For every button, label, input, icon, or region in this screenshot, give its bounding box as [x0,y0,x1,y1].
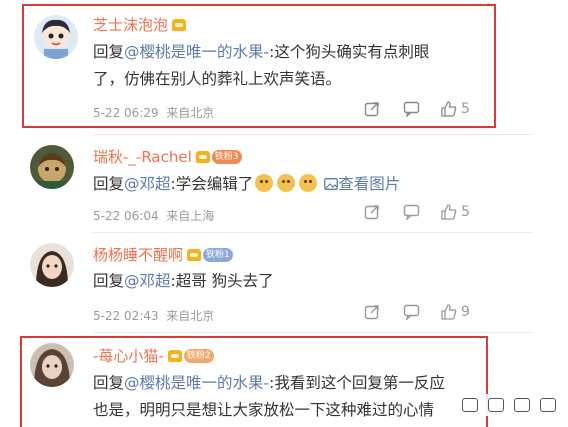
dog-emoji-icon [255,174,274,192]
commenter-name[interactable]: 杨杨睡不醒啊 铁粉1 [93,244,233,265]
comment-meta: 5-22 02:43 来自北京 [93,309,215,323]
like-count: 9 [461,303,470,320]
share-icon[interactable] [364,204,380,220]
like-count: 5 [461,203,470,220]
comment-meta: 5-22 06:04 来自上海 [93,209,215,223]
divider [93,134,533,135]
view-image-link[interactable]: 查看图片 [324,175,400,193]
comment-text: 回复@邓超:超哥 狗头去了 [93,272,274,290]
copy-icon[interactable] [462,398,478,412]
dog-emoji-icon [277,174,296,192]
more-icon[interactable] [540,398,556,412]
image-toolbar [456,394,566,416]
divider [93,232,533,233]
divider [93,332,533,333]
fan-badge: 铁粉3 [211,149,242,164]
commenter-name[interactable]: 瑞秋-_-Rachel 铁粉3 [93,146,242,167]
fan-badge: 铁粉1 [203,247,233,262]
comment-icon[interactable] [403,204,420,220]
crown-icon [195,150,210,163]
mention-link[interactable]: @邓超 [124,175,171,193]
mention-link[interactable]: @邓超 [124,272,171,290]
crown-icon [187,248,202,261]
fullscreen-icon[interactable] [514,398,530,412]
image-icon [324,178,339,190]
window-icon[interactable] [488,398,504,412]
like-button[interactable]: 5 [440,203,470,220]
comment-icon[interactable] [403,304,420,320]
avatar[interactable] [30,243,74,287]
dog-emoji-icon [299,174,318,192]
avatar[interactable] [30,145,74,189]
like-icon [441,304,457,320]
share-icon[interactable] [364,304,380,320]
comment-text: 回复@邓超:学会编辑了 查看图片 [93,174,401,193]
highlight-box [22,4,496,128]
highlight-box [20,336,488,427]
like-button[interactable]: 9 [440,303,470,320]
like-icon [441,204,457,220]
